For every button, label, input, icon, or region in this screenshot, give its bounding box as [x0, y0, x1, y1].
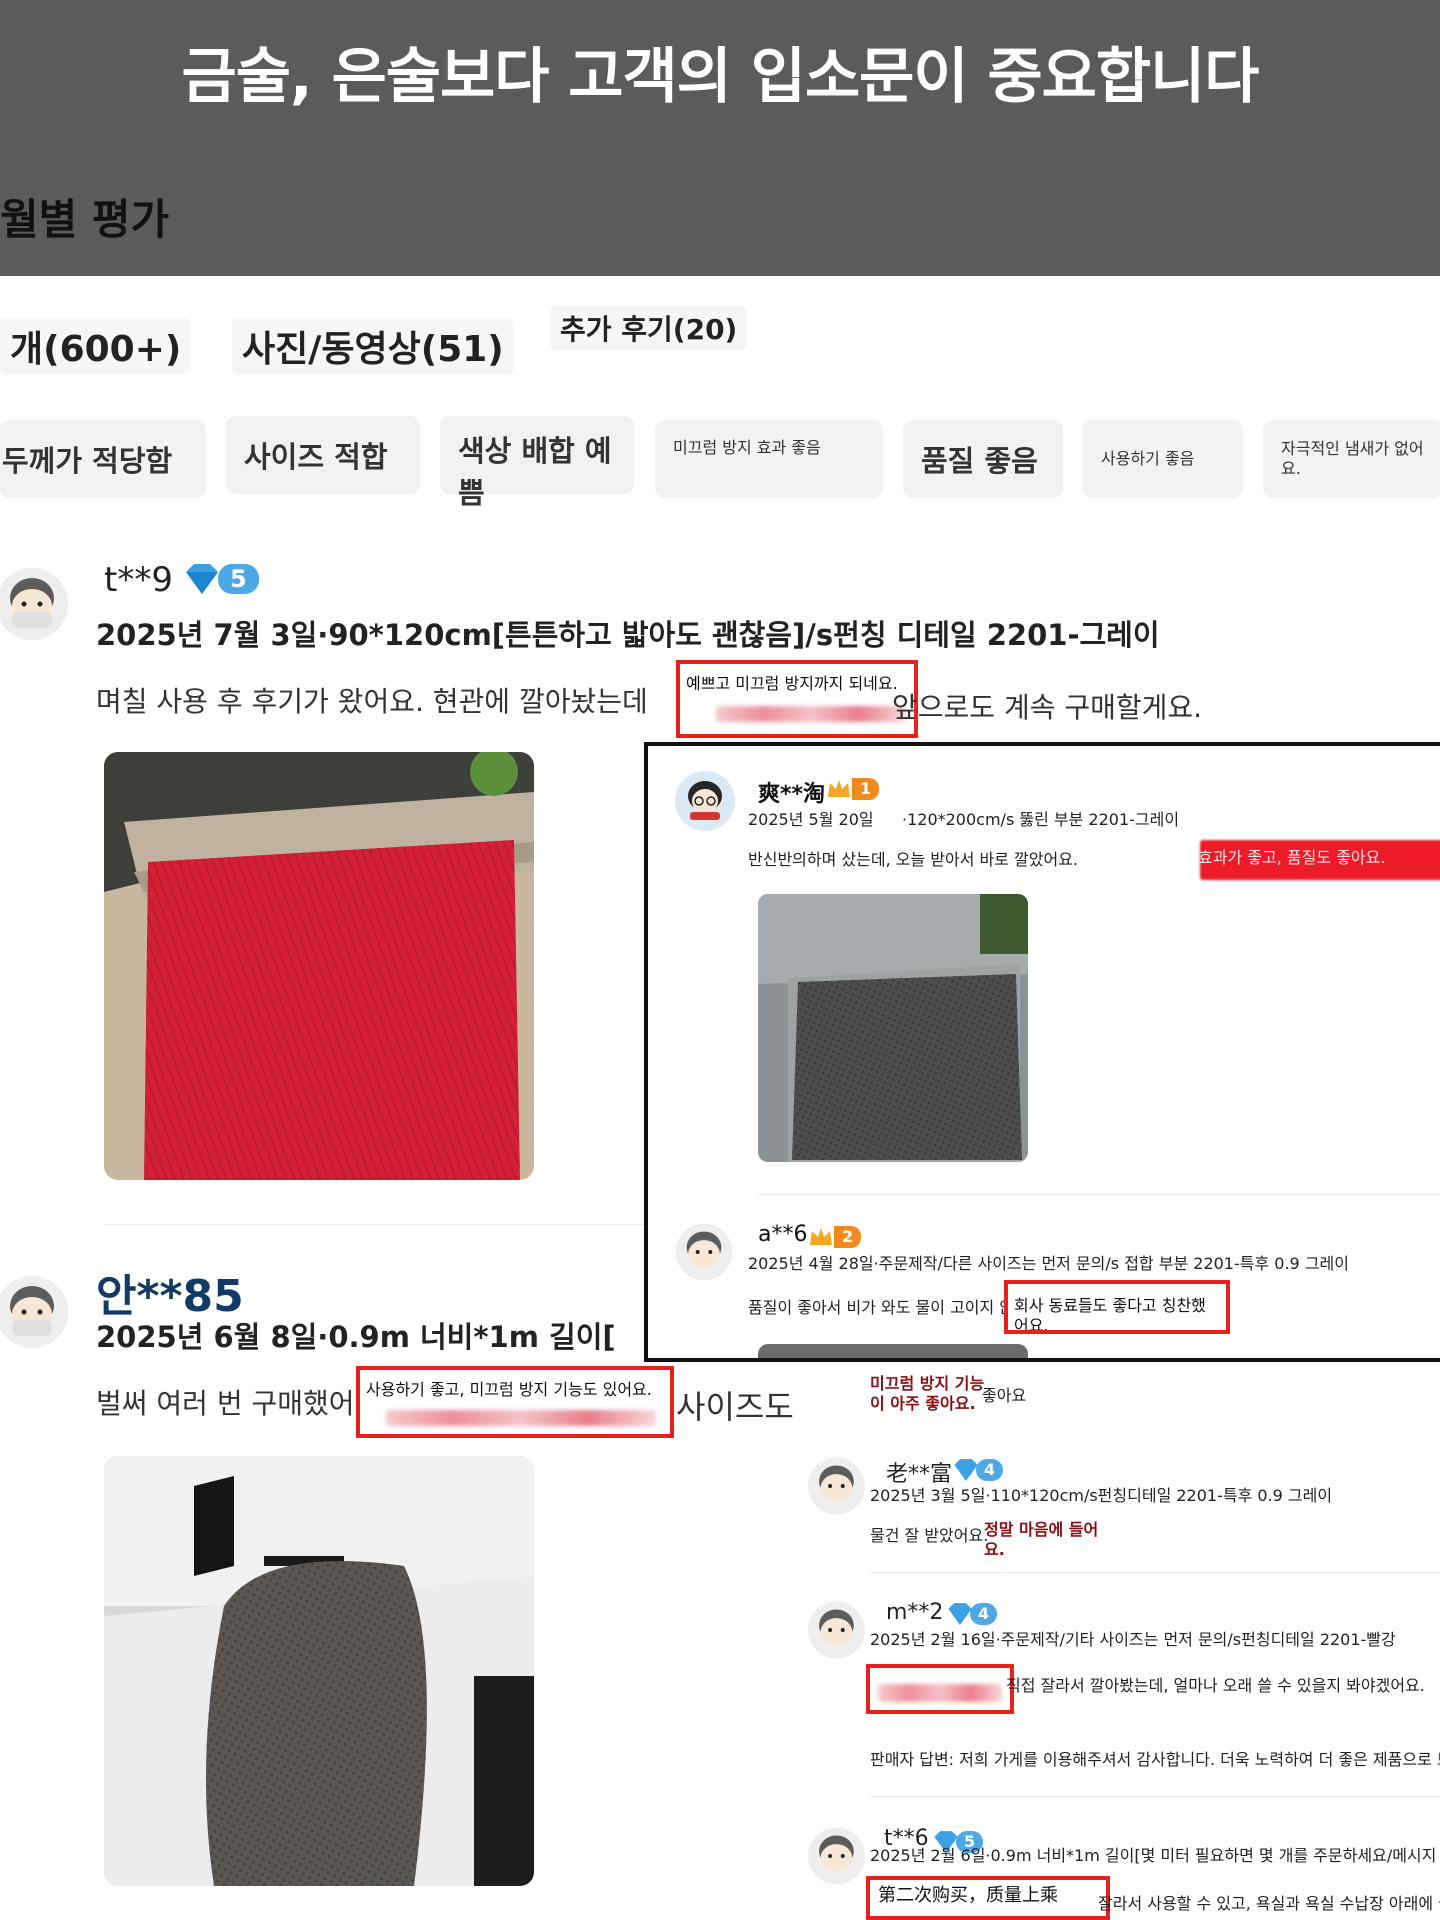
seller-reply: 판매자 답변: 저희 가게를 이용해주셔서 감사합니다. 더욱 노력하여 더 좋… — [870, 1750, 1440, 1769]
review-text: 반신반의하며 샀는데, 오늘 받아서 바로 깔았어요. — [748, 850, 1079, 869]
review-text-after: 앞으로도 계속 구매할게요. — [892, 691, 1203, 724]
review-photo[interactable] — [104, 752, 534, 1180]
review-meta: ·120*200cm/s 뚫린 부분 2201-그레이 — [902, 810, 1180, 829]
review-meta: 2025년 2월 6일·0.9m 너비*1m 길이[몇 미터 필요하면 몇 개를… — [870, 1846, 1437, 1865]
level-badge: 5 — [180, 562, 259, 596]
filter-chip[interactable]: 자극적인 냄새가 없어요. — [1263, 420, 1440, 498]
avatar-icon — [675, 771, 735, 831]
avatar-icon — [808, 1601, 865, 1659]
crown-badge: 2 — [808, 1224, 862, 1250]
review-highlight: 정말 마음에 들어요. — [984, 1520, 1099, 1559]
filter-chip[interactable]: 두께가 적당함 — [0, 420, 206, 498]
reviewer-name: m**2 — [886, 1600, 944, 1625]
review-meta: 2025년 6월 8일·0.9m 너비*1m 길이[ — [96, 1320, 616, 1354]
crown-badge: 1 — [826, 776, 880, 802]
level-badge: 4 — [950, 1456, 1004, 1484]
review-highlight: 회사 동료들도 좋다고 칭찬했어요. — [1004, 1280, 1230, 1334]
filter-chip[interactable]: 미끄럼 방지 효과 좋음 — [655, 420, 883, 498]
review-highlight: 사용하기 좋고, 미끄럼 방지 기능도 있어요. — [356, 1366, 674, 1438]
review-text: 잘라서 사용할 수 있고, 욕실과 욕실 수납장 아래에 놓 — [1098, 1894, 1440, 1913]
avatar-icon — [0, 1276, 68, 1348]
review-photo-peek — [758, 1344, 1028, 1358]
review-highlight: 第二次购买，质量上乘 — [866, 1876, 1110, 1920]
divider — [758, 1194, 1440, 1195]
filter-chip[interactable]: 품질 좋음 — [903, 420, 1063, 498]
crown-icon — [828, 780, 850, 797]
filter-chip[interactable]: 사이즈 적합 — [226, 416, 420, 494]
review-meta: 2025년 4월 28일·주문제작/다른 사이즈는 먼저 문의/s 접합 부분 … — [748, 1254, 1349, 1273]
review-text: 직접 잘라서 깔아봤는데, 얼마나 오래 쓸 수 있을지 봐야겠어요. — [1006, 1676, 1425, 1695]
tab-additional-review[interactable]: 추가 후기(20) — [550, 306, 748, 350]
review-meta: 2025년 3월 5일·110*120cm/s펀칭디테일 2201-특후 0.9… — [870, 1486, 1333, 1505]
review-text: 벌써 여러 번 구매했어요. — [96, 1387, 390, 1420]
snippet-text: 좋아요 — [982, 1386, 1027, 1405]
review-text: 물건 잘 받았어요. — [870, 1526, 989, 1545]
divider — [104, 1224, 644, 1225]
review-meta: 2025년 7월 3일·90*120cm[튼튼하고 밟아도 괜찮음]/s펀칭 디… — [96, 618, 1160, 652]
avatar-icon — [808, 1827, 865, 1885]
review-photo[interactable] — [758, 894, 1028, 1162]
divider — [870, 1796, 1440, 1797]
review-highlight-text: 효과가 좋고, 품질도 좋아요. — [1198, 848, 1386, 867]
reviewer-name: a**6 — [758, 1222, 808, 1247]
review-highlight: 예쁘고 미끄럼 방지까지 되네요. — [676, 660, 918, 738]
avatar-icon — [0, 568, 68, 640]
avatar-icon — [675, 1223, 733, 1281]
overlay-review-panel: 爽**淘 1 2025년 5월 20일 ·120*200cm/s 뚫린 부분 2… — [644, 742, 1440, 1362]
filter-chip[interactable]: 사용하기 좋음 — [1083, 420, 1243, 498]
tab-photo-video[interactable]: 사진/동영상(51) — [232, 318, 514, 374]
section-title: 월별 평가 — [0, 195, 170, 244]
snippet-highlight: 미끄럼 방지 기능이 아주 좋아요. — [870, 1374, 985, 1413]
review-text: 며칠 사용 후 후기가 왔어요. 현관에 깔아놨는데 — [96, 685, 648, 718]
review-text-after: 사이즈도 — [676, 1388, 794, 1426]
reviewer-name: 爽**淘 — [758, 782, 826, 807]
tab-all[interactable]: 개(600+) — [0, 318, 192, 374]
blurred-highlight — [866, 1664, 1014, 1714]
review-date: 2025년 5월 20일 — [748, 810, 874, 829]
level-badge: 4 — [944, 1600, 998, 1628]
crown-icon — [810, 1228, 832, 1245]
avatar-icon — [808, 1457, 865, 1515]
header-banner: 금술, 은술보다 고객의 입소문이 중요합니다 월별 평가 — [0, 0, 1440, 276]
page-title: 금술, 은술보다 고객의 입소문이 중요합니다 — [181, 42, 1260, 112]
review-photo[interactable] — [104, 1456, 534, 1886]
review-meta: 2025년 2월 16일·주문제작/기타 사이즈는 먼저 문의/s펀칭디테일 2… — [870, 1630, 1396, 1649]
divider — [870, 1572, 1440, 1573]
reviewer-name: t**9 — [104, 560, 173, 600]
filter-chip[interactable]: 색상 배합 예쁨 — [440, 416, 634, 510]
